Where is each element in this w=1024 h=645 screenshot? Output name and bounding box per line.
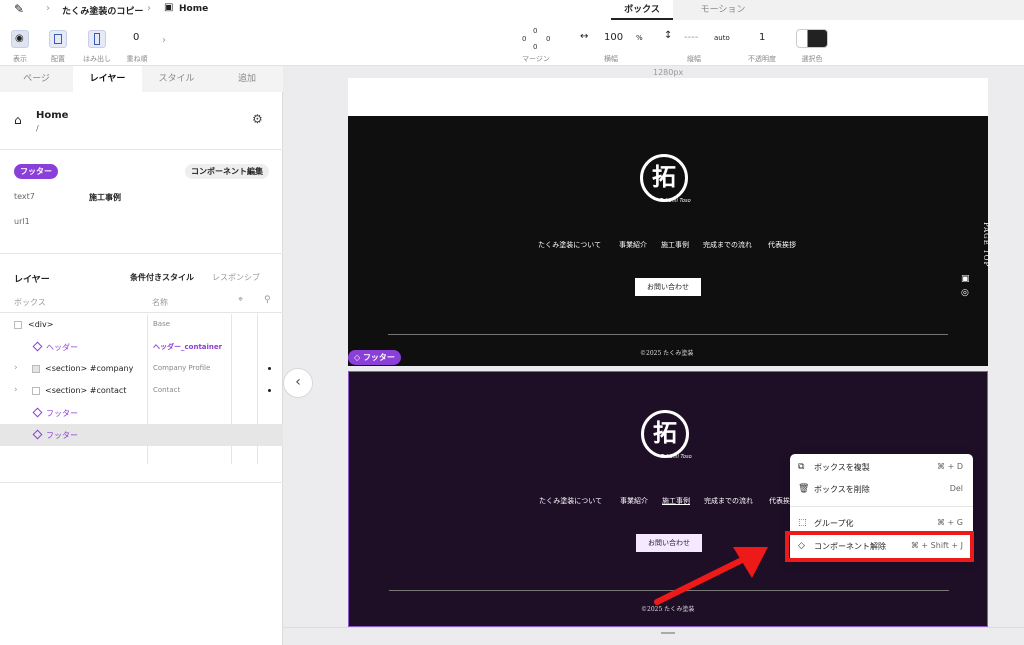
annotation-arrow: [654, 547, 768, 605]
